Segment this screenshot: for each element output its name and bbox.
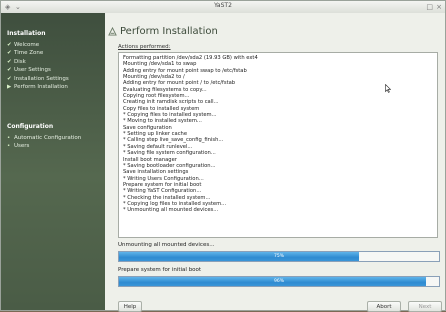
close-icon[interactable]: × [436,3,442,11]
maximize-icon[interactable]: □ [426,3,433,11]
help-button[interactable]: Help [118,301,142,312]
log-line: * Unmounting all mounted devices... [123,207,219,214]
sidebar-heading-configuration: Configuration [7,123,54,130]
installation-steps-list: ✔ Welcome ✔ Time Zone ✔ Disk ✔ User Settings… [1,41,69,91]
installer-window: ◈ ⌄ YaST2 □ × Installation ✔ Welcome ✔ Tim… [0,0,446,312]
arrow-right-icon: ▶ [7,83,12,90]
progress-text-step: 75% [273,254,284,259]
progress-bar-stage: 96% [118,276,440,287]
bullet-icon: • [7,143,11,150]
sidebar-item-users: • Users [7,143,30,150]
progress-bar-step: 75% [118,251,440,262]
sidebar-heading-installation: Installation [7,30,46,37]
actions-label: Actions performed: [118,44,171,50]
next-button[interactable]: Next [408,301,442,312]
check-icon: ✔ [7,75,12,82]
main-content: Perform Installation Actions performed: … [105,13,445,312]
abort-button[interactable]: Abort [367,301,401,312]
check-icon: ✔ [7,58,12,65]
sidebar-item-disk: ✔ Disk [7,58,26,65]
progress-label-step: Unmounting all mounted devices... [118,242,215,248]
mouse-cursor-icon [385,84,391,93]
sidebar-item-perform-installation: ▶ Perform Installation [7,83,68,90]
actions-log[interactable]: Formatting partition /dev/sda2 (19.93 GB… [118,52,438,238]
bullet-icon: • [7,135,11,141]
page-title: Perform Installation [120,26,218,37]
steps-sidebar: Installation ✔ Welcome ✔ Time Zone ✔ Disk ✔… [1,13,105,310]
sidebar-item-installation-settings: ✔ Installation Settings [7,75,69,82]
progress-label-stage: Prepare system for initial boot [118,267,202,273]
window-title: YaST2 [214,2,232,9]
progress-text-stage: 96% [273,279,284,284]
sidebar-item-automatic-configuration: • Automatic Configuration [7,135,82,141]
check-icon: ✔ [7,50,12,57]
sidebar-item-user-settings: ✔ User Settings [7,67,51,74]
check-icon: ✔ [7,67,12,74]
install-icon [108,27,117,36]
sidebar-item-welcome: ✔ Welcome [7,42,40,48]
check-icon: ✔ [7,42,12,48]
configuration-steps-list: • Automatic Configuration • Users [1,134,81,151]
sidebar-item-time-zone: ✔ Time Zone [7,50,44,57]
